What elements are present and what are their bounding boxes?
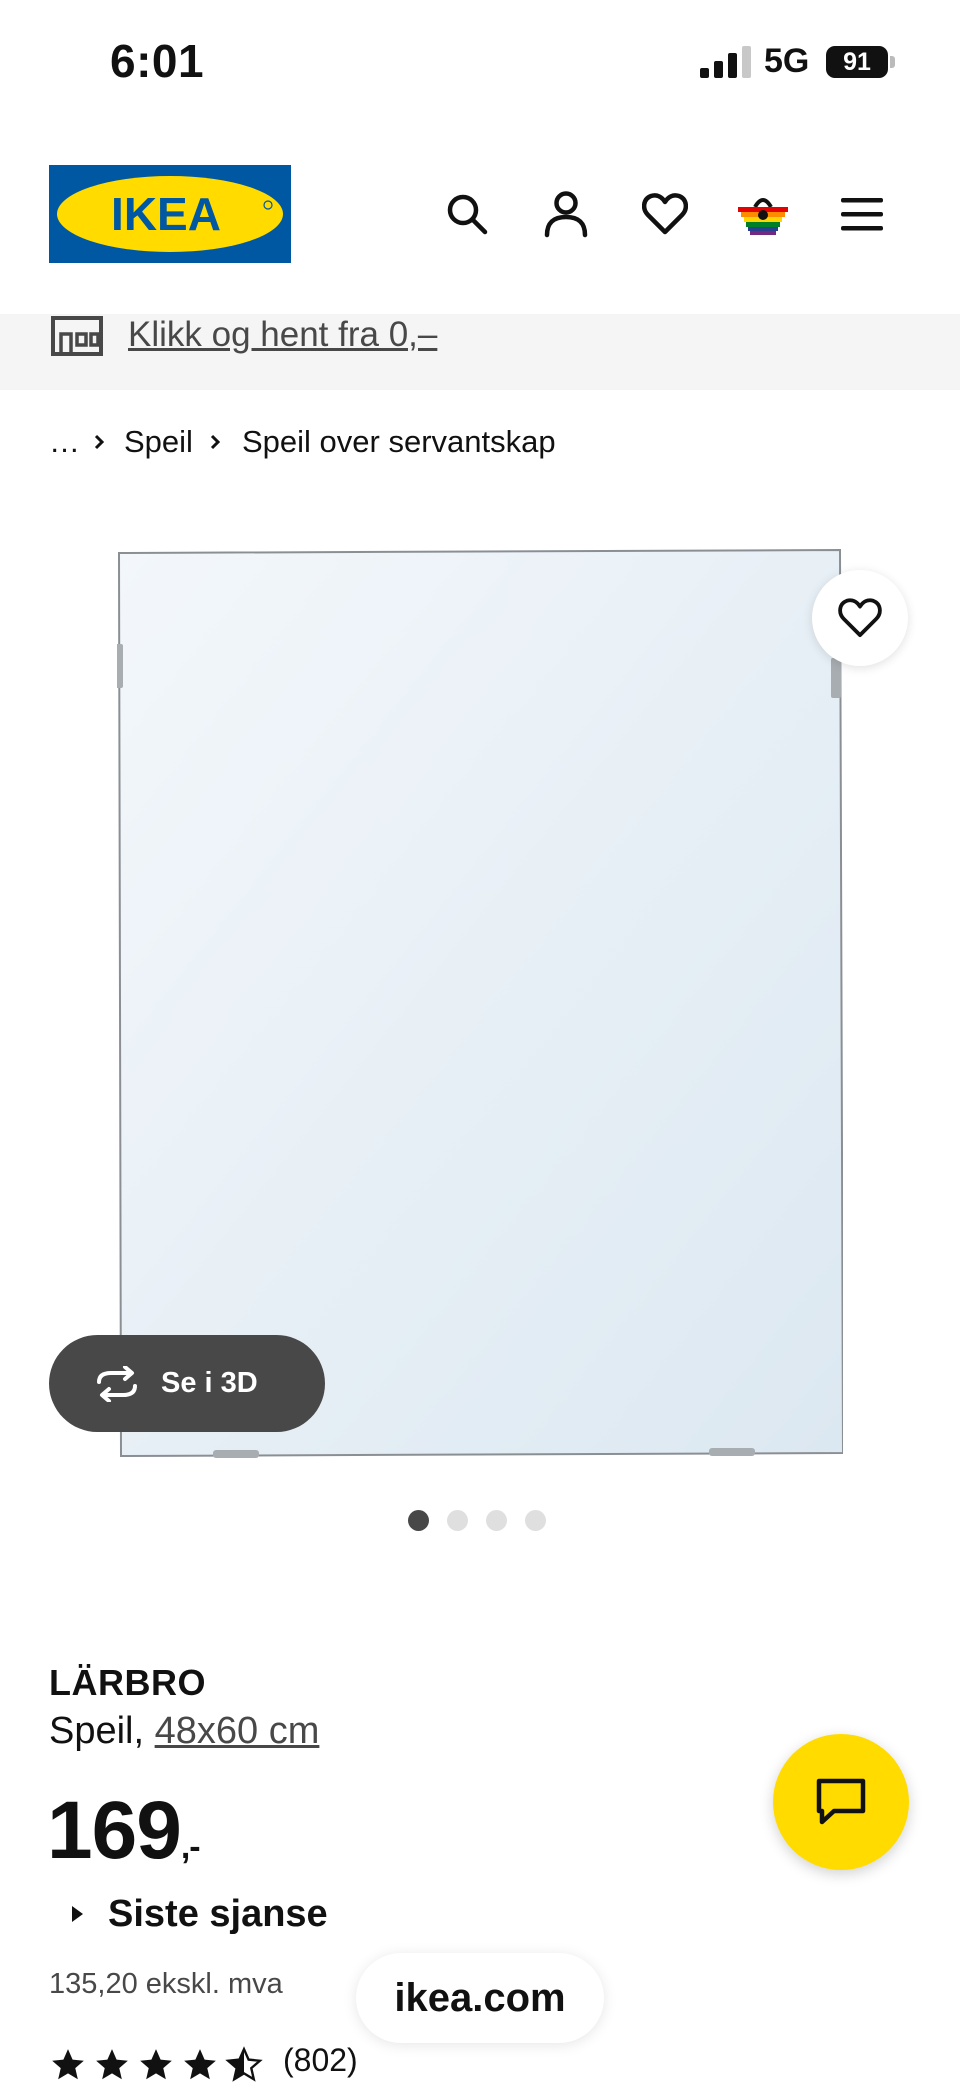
chat-button[interactable] [773, 1734, 909, 1870]
favorites-button[interactable] [637, 186, 693, 242]
product-image-mirror[interactable] [117, 548, 843, 1458]
review-count[interactable]: (802) [283, 2042, 358, 2079]
product-price: 169,- [47, 1790, 201, 1872]
product-name: LÄRBRO [49, 1662, 206, 1703]
product-description: Speil, 48x60 cm [49, 1710, 319, 1753]
click-and-collect-link[interactable]: Klikk og hent fra 0,– [128, 314, 437, 356]
search-icon [447, 194, 488, 235]
logo-text: IKEA [111, 188, 221, 240]
cart-icon [738, 198, 788, 235]
promo-banner: Klikk og hent fra 0,– [0, 314, 960, 390]
view-in-3d-label: Se i 3D [161, 1367, 258, 1399]
heart-icon [642, 193, 688, 235]
logo-graphic: IKEA [57, 176, 283, 252]
gallery-dot-4[interactable] [525, 1510, 546, 1531]
account-icon [544, 191, 588, 238]
star-icon [96, 2049, 128, 2080]
star-icon [52, 2049, 84, 2080]
heart-icon [838, 598, 882, 638]
breadcrumb-item-speil-over-servantskap[interactable]: Speil over servantskap [242, 420, 556, 464]
battery-level: 91 [826, 46, 888, 78]
price-value: 169 [47, 1785, 182, 1876]
caret-right-icon [72, 1906, 83, 1922]
ikea-logo[interactable]: IKEA [49, 165, 291, 263]
view-in-3d-button[interactable]: Se i 3D [49, 1335, 325, 1432]
chat-icon [816, 1778, 866, 1825]
star-icon [140, 2049, 172, 2080]
product-size-link[interactable]: 48x60 cm [155, 1710, 320, 1752]
gallery-dot-3[interactable] [486, 1510, 507, 1531]
availability-status[interactable]: Siste sjanse [108, 1893, 328, 1936]
network-label: 5G [764, 42, 810, 80]
product-type: Speil, [49, 1710, 145, 1752]
price-suffix: ,- [180, 1828, 201, 1866]
add-to-favorites-button[interactable] [812, 570, 908, 666]
cart-button[interactable] [735, 186, 791, 242]
menu-button[interactable] [834, 186, 890, 242]
gallery-dot-2[interactable] [447, 1510, 468, 1531]
browser-url-bar[interactable]: ikea.com [356, 1953, 604, 2043]
status-time: 6:01 [110, 35, 205, 87]
star-icon [184, 2049, 216, 2080]
account-button[interactable] [538, 186, 594, 242]
signal-icon [700, 46, 751, 78]
store-icon [51, 316, 103, 356]
rotate-3d-icon [97, 1365, 137, 1402]
price-excl-vat: 135,20 ekskl. mva [49, 1968, 283, 2000]
battery-tip [890, 56, 895, 68]
gallery-dot-1[interactable] [408, 1510, 429, 1531]
search-button[interactable] [439, 186, 495, 242]
chevron-right-icon [94, 434, 105, 450]
breadcrumb-ellipsis[interactable]: … [49, 420, 80, 464]
battery-icon: 91 [826, 46, 896, 78]
breadcrumb-item-speil[interactable]: Speil [124, 420, 193, 464]
gallery-pagination [408, 1510, 546, 1532]
half-star-icon [225, 2046, 263, 2082]
chevron-right-icon [210, 434, 221, 450]
rating-stars[interactable] [49, 2046, 263, 2086]
menu-icon [841, 198, 883, 231]
